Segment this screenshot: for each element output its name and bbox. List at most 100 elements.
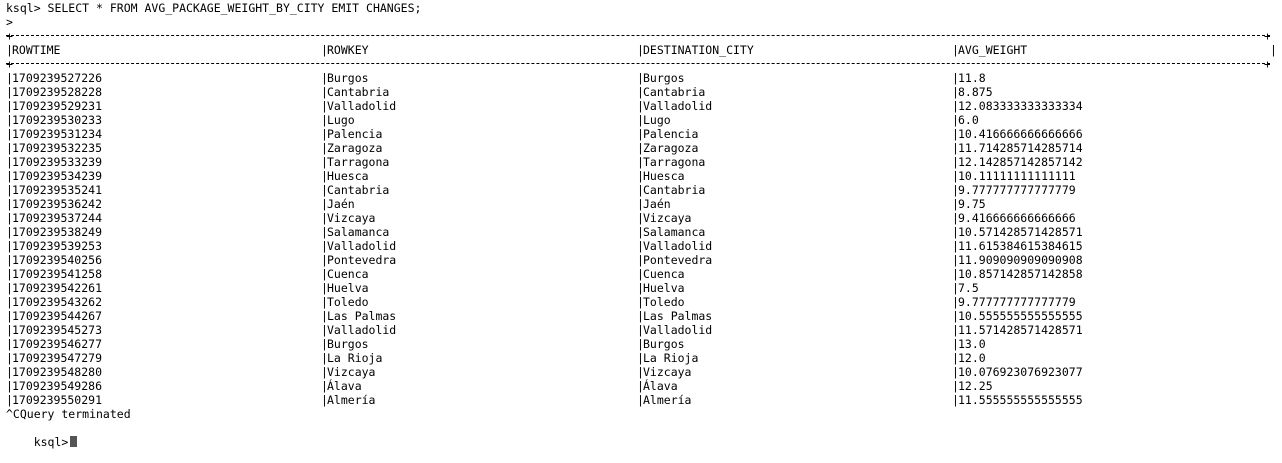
header-rowtime: ROWTIME bbox=[12, 43, 61, 57]
final-prompt-line[interactable]: ksql> bbox=[6, 421, 78, 449]
cell-rowkey: Huesca bbox=[327, 169, 369, 183]
cell-rowtime: 1709239539253 bbox=[12, 239, 103, 253]
cell-rowtime: 1709239533239 bbox=[12, 155, 103, 169]
cell-rowtime: 1709239540256 bbox=[12, 253, 103, 267]
cell-avg-weight: 10.555555555555555 bbox=[958, 309, 1083, 323]
cell-rowtime: 1709239537244 bbox=[12, 211, 103, 225]
cell-avg-weight: 12.142857142857142 bbox=[958, 155, 1083, 169]
cell-rowkey: Pontevedra bbox=[327, 253, 397, 267]
cell-destination-city: Cuenca bbox=[643, 267, 685, 281]
table-header-border: + + bbox=[6, 57, 1270, 71]
table-row: | 1709239546277 | Burgos | Burgos | 13.0 bbox=[6, 337, 986, 351]
cell-rowkey: Burgos bbox=[327, 337, 369, 351]
cell-destination-city: Valladolid bbox=[643, 323, 713, 337]
cell-avg-weight: 11.571428571428571 bbox=[958, 323, 1083, 337]
continuation-prompt: > bbox=[6, 15, 13, 29]
table-header-row: | ROWTIME | ROWKEY | DESTINATION_CITY | AVG_… bbox=[6, 43, 1277, 57]
cell-destination-city: Salamanca bbox=[643, 225, 706, 239]
cell-rowkey: Tarragona bbox=[327, 155, 390, 169]
header-destination-city: DESTINATION_CITY bbox=[643, 43, 754, 57]
cell-destination-city: Huelva bbox=[643, 281, 685, 295]
cell-avg-weight: 8.875 bbox=[958, 85, 993, 99]
cell-rowkey: Valladolid bbox=[327, 323, 397, 337]
cell-destination-city: Cantabria bbox=[643, 85, 706, 99]
table-row: | 1709239534239 | Huesca | Huesca | 10.11111111… bbox=[6, 169, 1076, 183]
cell-rowtime: 1709239541258 bbox=[12, 267, 103, 281]
cell-rowtime: 1709239527226 bbox=[12, 71, 103, 85]
table-row: | 1709239547279 | La Rioja | La Rioja | 12.0 bbox=[6, 351, 986, 365]
cell-rowkey: Vizcaya bbox=[327, 365, 376, 379]
cell-rowtime: 1709239546277 bbox=[12, 337, 103, 351]
cell-rowkey: Lugo bbox=[327, 113, 355, 127]
cell-destination-city: Toledo bbox=[643, 295, 685, 309]
cell-avg-weight: 9.777777777777779 bbox=[958, 183, 1076, 197]
cell-rowtime: 1709239547279 bbox=[12, 351, 103, 365]
table-row: | 1709239539253 | Valladolid | Valladolid | 11.… bbox=[6, 239, 1083, 253]
cell-rowkey: Palencia bbox=[327, 127, 383, 141]
cursor-block bbox=[70, 436, 78, 447]
cell-rowkey: Jaén bbox=[327, 197, 355, 211]
cell-destination-city: Cantabria bbox=[643, 183, 706, 197]
cell-rowkey: Valladolid bbox=[327, 99, 397, 113]
cell-avg-weight: 9.416666666666666 bbox=[958, 211, 1076, 225]
table-row: | 1709239548280 | Vizcaya | Vizcaya | 10.076923… bbox=[6, 365, 1083, 379]
header-rowkey: ROWKEY bbox=[327, 43, 369, 57]
cell-rowkey: Zaragoza bbox=[327, 141, 383, 155]
cell-avg-weight: 9.75 bbox=[958, 197, 986, 211]
cell-destination-city: Valladolid bbox=[643, 239, 713, 253]
table-row: | 1709239532235 | Zaragoza | Zaragoza | 11.7142… bbox=[6, 141, 1083, 155]
cell-destination-city: Valladolid bbox=[643, 99, 713, 113]
cell-avg-weight: 11.714285714285714 bbox=[958, 141, 1083, 155]
table-row: | 1709239545273 | Valladolid | Valladolid | 11.… bbox=[6, 323, 1083, 337]
cell-destination-city: Jaén bbox=[643, 197, 671, 211]
cell-destination-city: Vizcaya bbox=[643, 211, 692, 225]
table-top-border: + + bbox=[6, 29, 1270, 43]
cell-avg-weight: 11.555555555555555 bbox=[958, 393, 1083, 407]
cell-avg-weight: 13.0 bbox=[958, 337, 986, 351]
cell-rowtime: 1709239534239 bbox=[12, 169, 103, 183]
cell-rowkey: Huelva bbox=[327, 281, 369, 295]
cell-destination-city: Pontevedra bbox=[643, 253, 713, 267]
cell-destination-city: Zaragoza bbox=[643, 141, 699, 155]
cell-rowtime: 1709239548280 bbox=[12, 365, 103, 379]
cell-destination-city: Huesca bbox=[643, 169, 685, 183]
cell-rowtime: 1709239544267 bbox=[12, 309, 103, 323]
cell-destination-city: Vizcaya bbox=[643, 365, 692, 379]
header-avg-weight: AVG_WEIGHT bbox=[958, 43, 1028, 57]
cell-rowtime: 1709239528228 bbox=[12, 85, 103, 99]
table-row: | 1709239550291 | Almería | Almería | 11.555555… bbox=[6, 393, 1083, 407]
cell-destination-city: Almería bbox=[643, 393, 692, 407]
table-row: | 1709239529231 | Valladolid | Valladolid | 12.… bbox=[6, 99, 1083, 113]
cell-rowkey: La Rioja bbox=[327, 351, 383, 365]
cell-destination-city: Lugo bbox=[643, 113, 671, 127]
table-row: | 1709239528228 | Cantabria | Cantabria | 8.875 bbox=[6, 85, 993, 99]
cell-avg-weight: 6.0 bbox=[958, 113, 979, 127]
cell-avg-weight: 11.8 bbox=[958, 71, 986, 85]
cell-avg-weight: 10.11111111111111 bbox=[958, 169, 1076, 183]
table-row: | 1709239531234 | Palencia | Palencia | 10.4166… bbox=[6, 127, 1083, 141]
cell-rowtime: 1709239535241 bbox=[12, 183, 103, 197]
table-row: | 1709239533239 | Tarragona | Tarragona | 12.14… bbox=[6, 155, 1083, 169]
cell-avg-weight: 10.416666666666666 bbox=[958, 127, 1083, 141]
cell-rowtime: 1709239529231 bbox=[12, 99, 103, 113]
cell-rowkey: Almería bbox=[327, 393, 376, 407]
cell-rowtime: 1709239531234 bbox=[12, 127, 103, 141]
cell-rowkey: Salamanca bbox=[327, 225, 390, 239]
cell-rowtime: 1709239550291 bbox=[12, 393, 103, 407]
cell-rowkey: Las Palmas bbox=[327, 309, 397, 323]
table-row: | 1709239527226 | Burgos | Burgos | 11.8 bbox=[6, 71, 986, 85]
cell-rowtime: 1709239538249 bbox=[12, 225, 103, 239]
cell-rowtime: 1709239536242 bbox=[12, 197, 103, 211]
cell-avg-weight: 12.083333333333334 bbox=[958, 99, 1083, 113]
cell-rowtime: 1709239549286 bbox=[12, 379, 103, 393]
terminal-window[interactable]: ksql> SELECT * FROM AVG_PACKAGE_WEIGHT_B… bbox=[0, 0, 1282, 449]
table-row: | 1709239535241 | Cantabria | Cantabria | 9.777… bbox=[6, 183, 1076, 197]
cell-rowkey: Vizcaya bbox=[327, 211, 376, 225]
table-row: | 1709239530233 | Lugo | Lugo | 6.0 bbox=[6, 113, 979, 127]
cell-avg-weight: 11.909090909090908 bbox=[958, 253, 1083, 267]
cell-destination-city: Palencia bbox=[643, 127, 699, 141]
table-row: | 1709239544267 | Las Palmas | Las Palmas | 10.… bbox=[6, 309, 1083, 323]
cell-rowkey: Cuenca bbox=[327, 267, 369, 281]
cell-destination-city: Tarragona bbox=[643, 155, 706, 169]
cell-destination-city: Álava bbox=[643, 379, 678, 393]
